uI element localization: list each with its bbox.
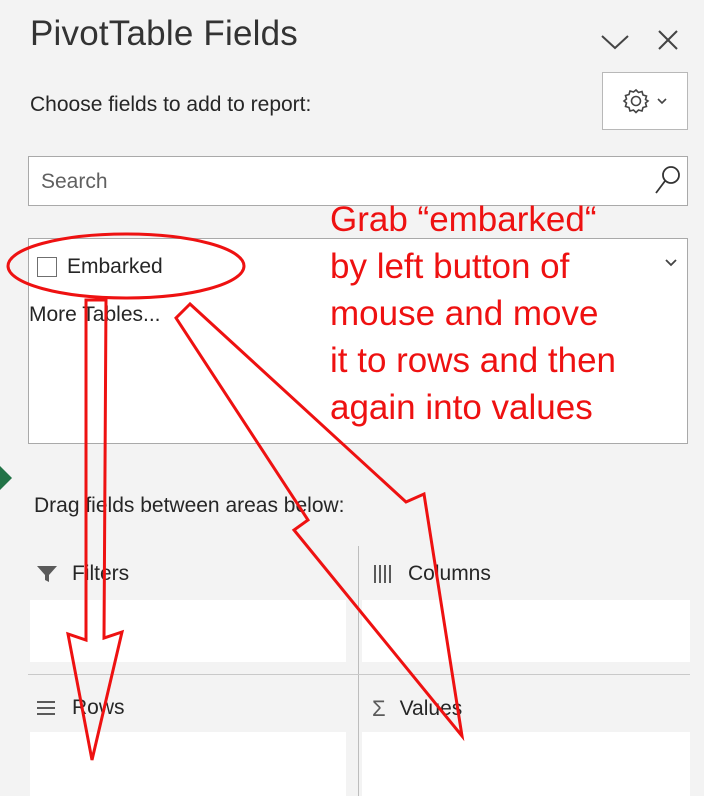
task-pane-options-button[interactable] [598, 30, 632, 54]
rows-drop-zone[interactable] [30, 732, 346, 796]
instruction-annotation: Grab “embarked“ by left button of mouse … [330, 196, 616, 431]
tools-button[interactable] [602, 72, 688, 130]
chevron-down-icon [657, 98, 667, 105]
columns-drop-zone[interactable] [362, 600, 690, 662]
gear-icon [622, 88, 650, 114]
close-icon [658, 30, 678, 50]
instruction-line: again into values [330, 388, 593, 427]
filter-icon [37, 566, 57, 582]
close-button[interactable] [652, 24, 684, 56]
columns-icon [374, 565, 391, 583]
field-checkbox[interactable] [37, 257, 57, 277]
instruction-line: it to rows and then [330, 341, 616, 380]
sigma-icon: Σ [372, 696, 386, 721]
chevron-down-icon[interactable] [663, 257, 679, 269]
values-drop-zone[interactable] [362, 732, 690, 796]
columns-label: Columns [408, 562, 491, 585]
field-label: Embarked [67, 255, 163, 278]
field-item-embarked[interactable]: Embarked [37, 251, 163, 283]
area-divider-vertical [358, 546, 359, 796]
panel-title: PivotTable Fields [30, 14, 298, 53]
area-divider-horizontal [28, 674, 690, 675]
rows-icon [37, 701, 55, 715]
rows-area-label: Rows [36, 696, 125, 720]
drag-fields-label: Drag fields between areas below: [34, 494, 345, 517]
filters-area-label: Filters [36, 562, 129, 586]
choose-fields-label: Choose fields to add to report: [30, 93, 312, 116]
columns-area-label: Columns [372, 562, 491, 586]
filters-drop-zone[interactable] [30, 600, 346, 662]
instruction-line: by left button of [330, 247, 570, 286]
instruction-line: Grab “embarked“ [330, 200, 597, 239]
more-tables-link[interactable]: More Tables... [29, 303, 161, 327]
instruction-line: mouse and move [330, 294, 599, 333]
values-area-label: Σ Values [372, 696, 462, 722]
search-icon[interactable] [653, 163, 683, 199]
values-label: Values [399, 697, 463, 720]
chevron-down-icon [601, 35, 629, 50]
rows-label: Rows [72, 696, 125, 719]
filters-label: Filters [72, 562, 130, 585]
resize-handle-icon [0, 466, 12, 490]
